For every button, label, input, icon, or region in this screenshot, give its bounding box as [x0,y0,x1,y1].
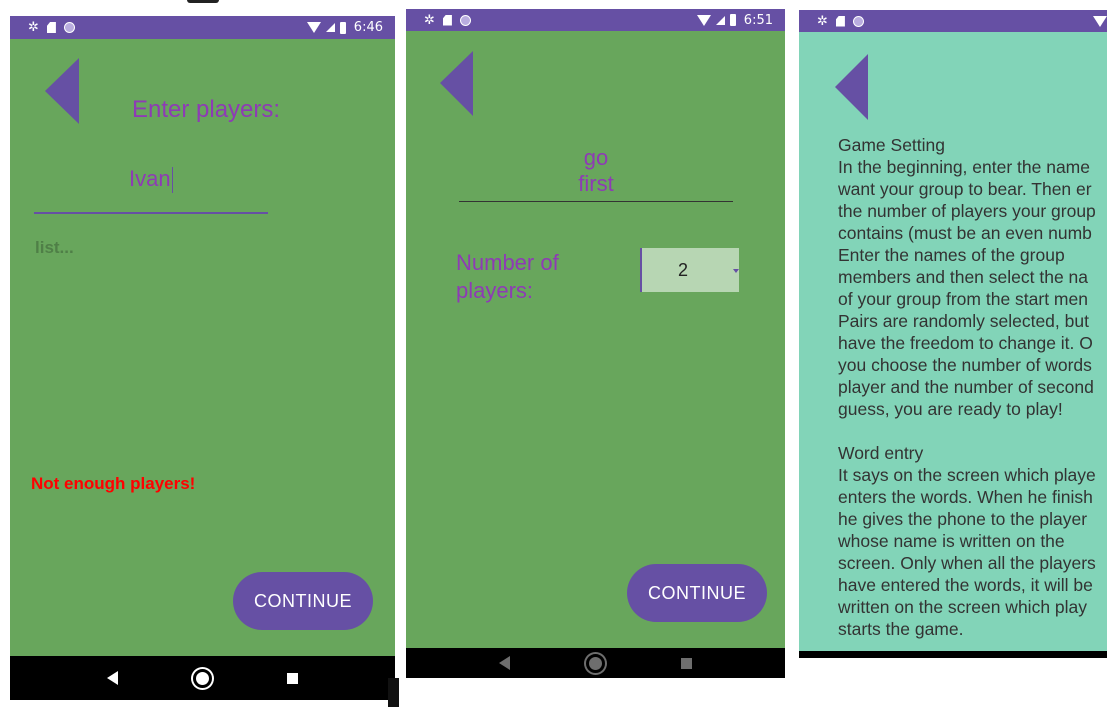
circle-icon [459,14,471,26]
status-time: 6:51 [743,12,773,28]
label-line-1: Number of [456,250,559,275]
help-line: contains (must be an even numb [838,223,1092,243]
help-line: It says on the screen which playe [838,465,1096,485]
help-line: Game Setting [838,135,945,155]
help-line: whose name is written on the [838,531,1065,551]
screen-enter-players: ✲ 6:46 Enter players: Ivan list... Not e… [10,16,395,700]
wifi-icon [1093,15,1107,27]
screenshot-artifact [388,678,399,707]
battery-icon [729,14,736,26]
help-line: you choose the number of words [838,355,1092,375]
help-line: he gives the phone to the player [838,509,1088,529]
players-count-spinner[interactable]: 2 [640,248,739,292]
player-name-value: Ivan [129,166,171,191]
help-line: guess, you are ready to play! [838,399,1063,419]
nav-bar [799,651,1107,658]
circle-icon [852,15,864,27]
nav-bar [10,656,395,700]
back-arrow-icon[interactable] [44,58,80,124]
help-line: Word entry [838,443,924,463]
help-line: have the freedom to change it. O [838,333,1093,353]
players-count-value: 2 [678,260,689,280]
status-bar: ✲ [799,10,1107,32]
help-line: enters the words. When he finish [838,487,1093,507]
sd-card-icon [835,15,845,27]
nav-bar [406,648,785,678]
circle-icon [63,22,75,33]
back-arrow-icon[interactable] [439,51,474,116]
help-text: Game Setting In the beginning, enter the … [838,134,1107,640]
label-line-2: players: [456,278,534,303]
status-bar: ✲ 6:46 [10,16,395,39]
help-line: want your group to bear. Then er [838,179,1092,199]
home-icon[interactable] [586,653,605,673]
help-line: have entered the words, it will be [838,575,1093,595]
gear-icon: ✲ [28,20,39,35]
heading-line-2: first [578,171,614,196]
home-icon[interactable] [192,668,212,688]
help-line: Enter the names of the group [838,245,1065,265]
help-line: members and then select the na [838,267,1089,287]
screen-help: ✲ Game Setting In the beginning, enter th… [799,10,1107,658]
heading-line-1: go [583,145,609,170]
back-icon[interactable] [499,656,510,670]
signal-icon [715,15,725,25]
wifi-icon [696,14,711,26]
back-icon[interactable] [107,671,119,685]
recents-icon[interactable] [681,657,692,669]
help-line: In the beginning, enter the name [838,157,1090,177]
continue-button[interactable]: CONTINUE [627,564,767,622]
gear-icon: ✲ [817,13,828,29]
text-cursor [172,167,173,193]
window-tab [187,0,219,3]
help-line: screen. Only when all the players [838,553,1096,573]
screen-go-first: ✲ 6:51 go first Number of players: 2 CON… [406,9,785,678]
recents-icon[interactable] [286,672,298,684]
signal-icon [325,23,335,32]
dropdown-arrow-icon [733,269,739,273]
player-name-input[interactable]: Ivan [34,156,268,214]
help-line: the number of players your group [838,201,1096,221]
gear-icon: ✲ [424,12,435,28]
number-of-players-label: Number of players: [456,249,559,305]
sd-card-icon [46,22,56,33]
go-first-heading: go first [459,145,733,202]
status-bar: ✲ 6:51 [406,9,785,31]
help-line: of your group from the start men [838,289,1088,309]
help-line: written on the screen which play [838,597,1088,617]
help-line: player and the number of second [838,377,1094,397]
error-message: Not enough players! [31,474,196,493]
continue-button[interactable]: CONTINUE [233,572,373,630]
wifi-icon [306,22,321,33]
status-time: 6:46 [353,20,383,35]
battery-icon [339,21,346,34]
back-arrow-icon[interactable] [834,54,869,120]
players-list: list... [35,238,74,257]
help-line: Pairs are randomly selected, but [838,311,1089,331]
sd-card-icon [442,14,452,26]
page-title: Enter players: [132,96,281,123]
help-line: starts the game. [838,619,964,639]
